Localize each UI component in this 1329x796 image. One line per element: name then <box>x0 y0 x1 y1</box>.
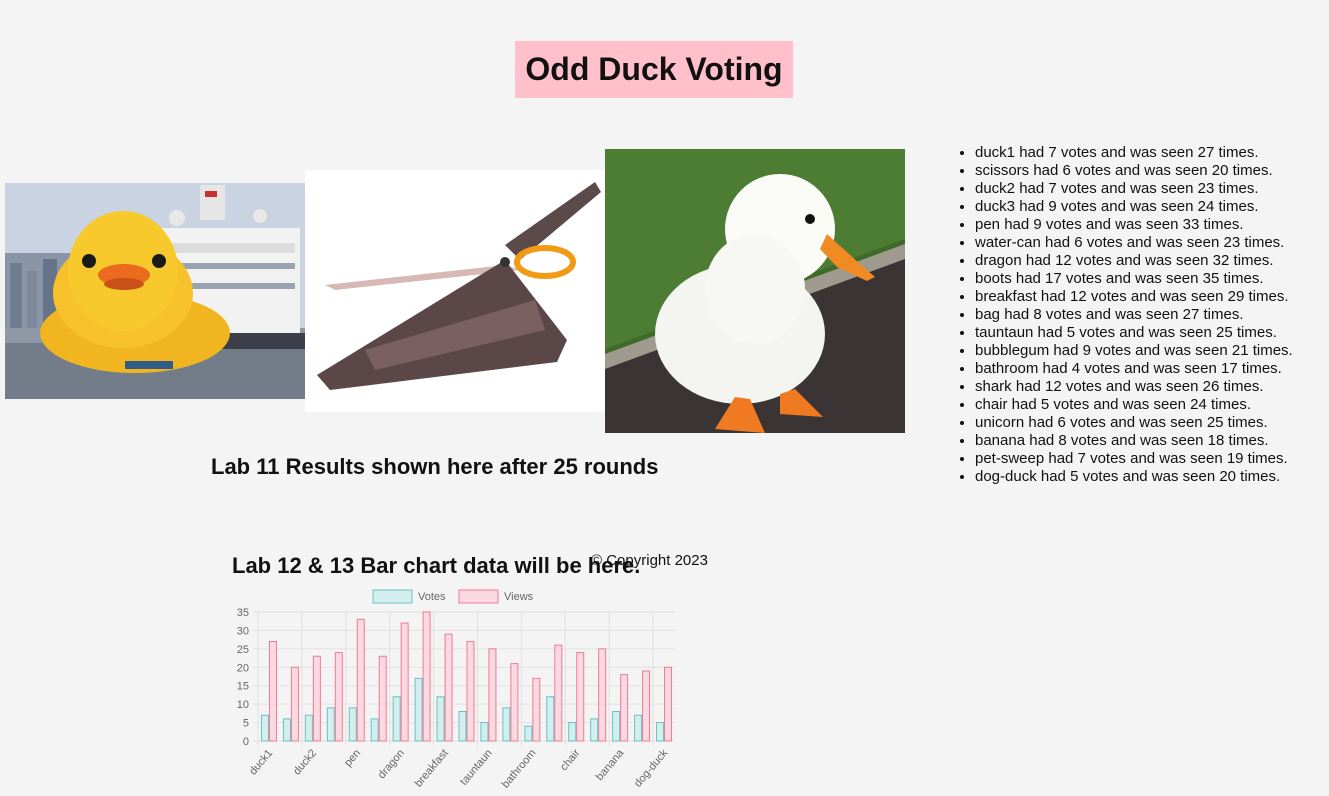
x-tick-label: duck2 <box>291 747 319 777</box>
x-tick-label: bathroom <box>500 747 539 790</box>
y-tick-label: 5 <box>243 718 249 730</box>
bar-votes-dog-duck <box>656 722 665 742</box>
result-item: pet-sweep had 7 votes and was seen 19 ti… <box>975 450 1293 468</box>
bar-votes-duck3 <box>326 707 335 742</box>
result-item: water-can had 6 votes and was seen 23 ti… <box>975 234 1293 252</box>
legend-label-views: Views <box>504 591 534 603</box>
result-item: pen had 9 votes and was seen 33 times. <box>975 216 1293 234</box>
bar-views-tauntaun <box>488 648 497 742</box>
result-item: tauntaun had 5 votes and was seen 25 tim… <box>975 324 1293 342</box>
bar-views-dog-duck <box>664 666 673 742</box>
x-tick-label: banana <box>594 747 627 784</box>
x-tick-label: chair <box>558 747 583 773</box>
x-tick-label: pen <box>342 747 363 769</box>
bar-votes-bathroom <box>524 725 533 742</box>
result-item: dog-duck had 5 votes and was seen 20 tim… <box>975 468 1293 486</box>
x-tick-label: duck1 <box>247 747 275 777</box>
results-list: duck1 had 7 votes and was seen 27 times.… <box>957 144 1293 486</box>
result-item: bubblegum had 9 votes and was seen 21 ti… <box>975 342 1293 360</box>
bar-votes-pen <box>348 707 357 742</box>
bar-views-unicorn <box>598 648 607 742</box>
bar-views-duck2 <box>312 655 321 742</box>
copyright-text: © Copyright 2023 <box>591 552 708 569</box>
product-image-scissors[interactable] <box>305 170 605 412</box>
bar-views-shark <box>554 644 563 742</box>
y-tick-label: 25 <box>237 644 249 656</box>
legend-swatch-votes <box>372 589 413 604</box>
lab12-heading: Lab 12 & 13 Bar chart data will be here. <box>232 553 641 578</box>
product-image-duck1[interactable] <box>5 183 305 399</box>
lab11-heading: Lab 11 Results shown here after 25 round… <box>211 454 659 479</box>
y-tick-label: 35 <box>237 607 249 619</box>
bar-views-bubblegum <box>510 663 519 742</box>
bar-views-boots <box>422 611 431 742</box>
bar-votes-duck1 <box>260 714 269 742</box>
bar-votes-shark <box>546 696 555 742</box>
result-item: banana had 8 votes and was seen 18 times… <box>975 432 1293 450</box>
product-image-duck3[interactable] <box>605 149 905 433</box>
legend-label-votes: Votes <box>418 591 446 603</box>
bar-votes-bubblegum <box>502 707 511 742</box>
bar-views-bag <box>466 640 475 742</box>
result-item: duck1 had 7 votes and was seen 27 times. <box>975 144 1293 162</box>
bar-views-water-can <box>378 655 387 742</box>
bar-views-duck1 <box>268 640 277 742</box>
bar-votes-dragon <box>392 696 401 742</box>
bar-votes-boots <box>414 677 423 742</box>
bar-views-breakfast <box>444 633 453 742</box>
x-tick-label: tauntaun <box>458 747 495 788</box>
y-tick-label: 30 <box>237 625 249 637</box>
page: Odd Duck Voting • duck1 had 7 votes and … <box>0 0 1329 796</box>
result-item: bathroom had 4 votes and was seen 17 tim… <box>975 360 1293 378</box>
bar-votes-banana <box>612 711 621 742</box>
bar-votes-chair <box>568 722 577 742</box>
bar-views-bathroom <box>532 677 541 742</box>
result-item: duck2 had 7 votes and was seen 23 times. <box>975 180 1293 198</box>
bar-views-scissors <box>290 666 299 742</box>
bar-votes-breakfast <box>436 696 445 742</box>
bar-views-banana <box>620 674 629 742</box>
result-item: boots had 17 votes and was seen 35 times… <box>975 270 1293 288</box>
bar-views-pen <box>356 618 365 742</box>
result-item: scissors had 6 votes and was seen 20 tim… <box>975 162 1293 180</box>
result-item: dragon had 12 votes and was seen 32 time… <box>975 252 1293 270</box>
page-title: Odd Duck Voting <box>525 51 783 87</box>
y-tick-label: 15 <box>237 681 249 693</box>
bar-views-duck3 <box>334 652 343 742</box>
bar-views-pet-sweep <box>642 670 651 742</box>
x-tick-label: breakfast <box>413 747 451 789</box>
bar-votes-scissors <box>282 718 291 742</box>
result-item: unicorn had 6 votes and was seen 25 time… <box>975 414 1293 432</box>
bar-votes-duck2 <box>304 714 313 742</box>
result-item: chair had 5 votes and was seen 24 times. <box>975 396 1293 414</box>
result-item: breakfast had 12 votes and was seen 29 t… <box>975 288 1293 306</box>
bar-votes-water-can <box>370 718 379 742</box>
bar-votes-unicorn <box>590 718 599 742</box>
votes-views-bar-chart: Votes Views 0 5 10 15 20 25 30 35 duck1 duck2 pen dra… <box>237 589 675 791</box>
result-item: shark had 12 votes and was seen 26 times… <box>975 378 1293 396</box>
bar-views-dragon <box>400 622 409 742</box>
bar-votes-pet-sweep <box>634 714 643 742</box>
result-item: bag had 8 votes and was seen 27 times. <box>975 306 1293 324</box>
y-tick-label: 0 <box>243 736 249 748</box>
bar-votes-bag <box>458 711 467 742</box>
x-tick-label: dragon <box>376 747 407 781</box>
result-item: duck3 had 9 votes and was seen 24 times. <box>975 198 1293 216</box>
x-tick-label: dog-duck <box>632 747 671 790</box>
legend-swatch-views <box>458 589 499 604</box>
y-tick-label: 20 <box>237 662 249 674</box>
bar-views-chair <box>576 652 585 742</box>
title-banner: Odd Duck Voting <box>515 41 793 98</box>
y-tick-label: 10 <box>237 699 249 711</box>
bar-votes-tauntaun <box>480 722 489 742</box>
